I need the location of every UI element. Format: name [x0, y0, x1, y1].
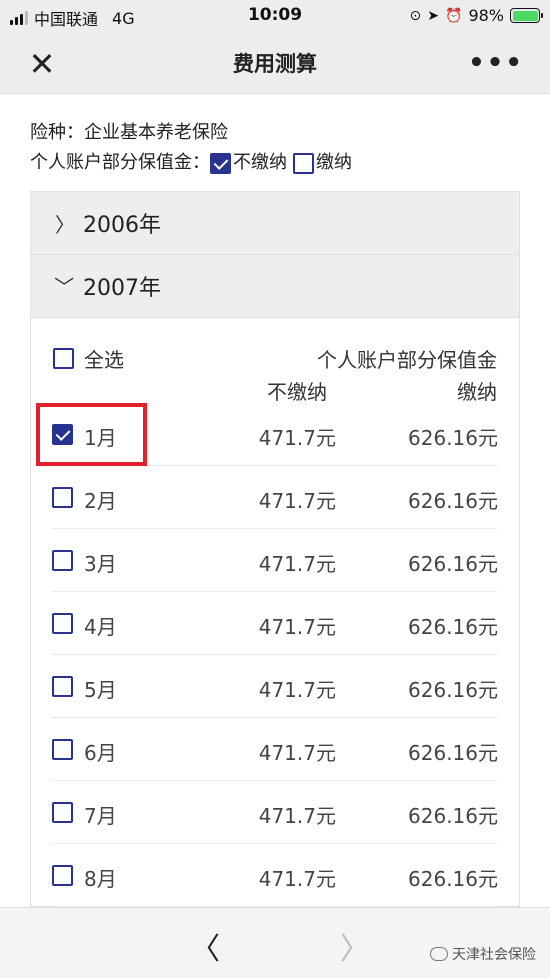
- battery-icon: [510, 8, 543, 23]
- pay-value: 626.16元: [408, 678, 498, 702]
- month-label: 8月: [84, 867, 117, 891]
- insurance-value: 企业基本养老保险: [84, 122, 228, 143]
- status-bar: 中国联通 4G 10:09 ⊙ ➤ ⏰ 98%: [0, 0, 550, 34]
- chevron-down-icon: 〉: [51, 276, 76, 296]
- select-all[interactable]: 全选: [53, 344, 124, 373]
- watermark-label: 天津社会保险: [452, 947, 536, 963]
- forward-icon[interactable]: 〉: [340, 924, 370, 968]
- year-2007-header[interactable]: 〉 2007年: [31, 255, 519, 318]
- year-2007-label: 2007年: [83, 276, 161, 301]
- col-pay-header: 缴纳: [457, 380, 497, 404]
- table-row[interactable]: 8月 471.7元 626.16元: [30, 844, 520, 907]
- year-2006-header[interactable]: 〉 2006年: [31, 192, 519, 255]
- watermark: 天津社会保险: [430, 944, 536, 964]
- row-checkbox[interactable]: [52, 739, 73, 760]
- pay-value: 626.16元: [408, 426, 498, 450]
- row-checkbox[interactable]: [52, 802, 73, 823]
- month-label: 3月: [84, 552, 117, 576]
- row-checkbox[interactable]: [52, 613, 73, 634]
- row-checkbox[interactable]: [52, 550, 73, 571]
- insurance-type-row: 险种： 企业基本养老保险: [30, 118, 352, 148]
- month-label: 5月: [84, 678, 117, 702]
- pay-value: 626.16元: [408, 741, 498, 765]
- row-checkbox[interactable]: [52, 865, 73, 886]
- pay-value: 626.16元: [408, 489, 498, 513]
- month-rows: 1月 471.7元 626.16元 2月 471.7元 626.16元 3月 471.7元 62…: [30, 403, 520, 907]
- table-header: 全选 个人账户部分保值金 不缴纳 缴纳: [31, 318, 519, 404]
- table-row[interactable]: 4月 471.7元 626.16元: [30, 592, 520, 655]
- more-icon[interactable]: •••: [468, 48, 524, 78]
- selection-highlight: [36, 403, 147, 466]
- select-all-label: 全选: [84, 348, 124, 372]
- row-checkbox[interactable]: [52, 676, 73, 697]
- no-pay-value: 471.7元: [258, 615, 336, 639]
- no-pay-value: 471.7元: [258, 867, 336, 891]
- pay-checkbox[interactable]: [293, 152, 314, 174]
- select-all-checkbox[interactable]: [53, 348, 74, 369]
- location-icon: ➤: [427, 7, 439, 24]
- pay-label[interactable]: 缴纳: [316, 148, 352, 178]
- pay-value: 626.16元: [408, 615, 498, 639]
- row-checkbox[interactable]: [52, 487, 73, 508]
- table-row[interactable]: 2月 471.7元 626.16元: [30, 466, 520, 529]
- back-icon[interactable]: 〈: [190, 924, 220, 968]
- table-row[interactable]: 3月 471.7元 626.16元: [30, 529, 520, 592]
- chevron-right-icon: 〉: [55, 212, 75, 237]
- nav-bar: ✕ 费用测算 •••: [0, 34, 550, 94]
- pay-value: 626.16元: [408, 552, 498, 576]
- table-row[interactable]: 5月 471.7元 626.16元: [30, 655, 520, 718]
- wechat-icon: [430, 947, 448, 961]
- table-row[interactable]: 6月 471.7元 626.16元: [30, 718, 520, 781]
- pay-value: 626.16元: [408, 867, 498, 891]
- alarm-icon: ⏰: [445, 7, 463, 24]
- no-pay-value: 471.7元: [258, 552, 336, 576]
- year-2006-label: 2006年: [83, 213, 161, 238]
- battery-percent: 98%: [468, 6, 504, 25]
- no-pay-label[interactable]: 不缴纳: [233, 148, 287, 178]
- month-label: 2月: [84, 489, 117, 513]
- account-option-row: 个人账户部分保值金： 不缴纳 缴纳: [30, 148, 352, 178]
- no-pay-value: 471.7元: [258, 489, 336, 513]
- no-pay-value: 471.7元: [258, 804, 336, 828]
- month-label: 6月: [84, 741, 117, 765]
- account-label: 个人账户部分保值金：: [30, 152, 210, 173]
- col-no-pay-header: 不缴纳: [267, 380, 327, 404]
- no-pay-value: 471.7元: [258, 678, 336, 702]
- header-group-label: 个人账户部分保值金: [317, 348, 497, 372]
- month-label: 4月: [84, 615, 117, 639]
- insurance-info: 险种： 企业基本养老保险 个人账户部分保值金： 不缴纳 缴纳: [30, 118, 352, 178]
- insurance-label: 险种：: [30, 122, 84, 143]
- bottom-bar: 〈 〉 天津社会保险: [0, 907, 550, 978]
- pay-value: 626.16元: [408, 804, 498, 828]
- rotation-lock-icon: ⊙: [409, 7, 422, 24]
- no-pay-checkbox[interactable]: [210, 152, 231, 174]
- no-pay-value: 471.7元: [258, 426, 336, 450]
- table-row[interactable]: 7月 471.7元 626.16元: [30, 781, 520, 844]
- status-right: ⊙ ➤ ⏰ 98%: [409, 6, 543, 25]
- month-label: 7月: [84, 804, 117, 828]
- no-pay-value: 471.7元: [258, 741, 336, 765]
